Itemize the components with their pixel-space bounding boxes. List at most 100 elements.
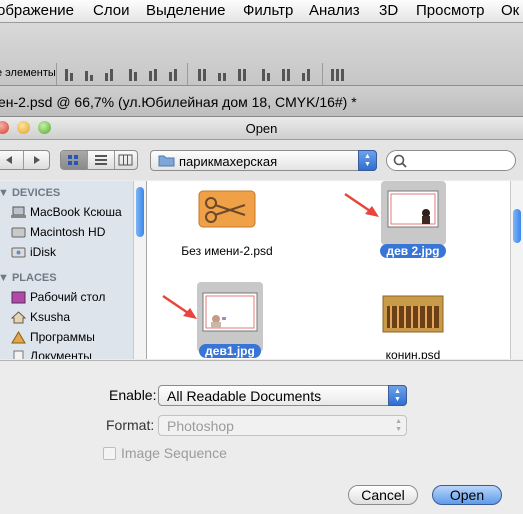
format-label: Format: (106, 417, 155, 433)
popup-arrows-icon: ▲ ▼ (358, 150, 377, 171)
image-sequence-label: Image Sequence (121, 445, 227, 461)
distribute-bottom-icon[interactable] (235, 65, 249, 81)
folder-icon (158, 155, 175, 167)
sidebar-item-label: MacBook Ксюша (30, 205, 122, 219)
file-name: конин.psd (385, 348, 441, 359)
enable-label: Enable: (109, 387, 157, 403)
search-icon (393, 154, 407, 168)
column-view-button[interactable] (114, 151, 138, 169)
back-forward-buttons (0, 150, 50, 170)
align-hcenter-icon[interactable] (146, 65, 160, 81)
file-scroll-thumb[interactable] (513, 209, 521, 243)
file-name: Без имени-2.psd (181, 244, 273, 258)
align-left-icon[interactable] (126, 65, 140, 81)
menu-layers[interactable]: Слои (93, 2, 129, 19)
list-view-button[interactable] (87, 151, 115, 169)
menu-3d[interactable]: 3D (379, 2, 398, 19)
hard-drive-icon (11, 227, 26, 238)
align-bottom-icon[interactable] (102, 65, 116, 81)
sidebar-item-applications[interactable]: Программы (9, 329, 134, 347)
file-name: дев1.jpg (199, 344, 261, 358)
sidebar-item-desktop[interactable]: Рабочий стол (9, 289, 134, 307)
distribute-hcenter-icon[interactable] (279, 65, 293, 81)
menu-window[interactable]: Ок (501, 2, 519, 19)
align-top-icon[interactable] (62, 65, 76, 81)
sidebar-item-label: Macintosh HD (30, 225, 106, 239)
column-view-icon (118, 154, 133, 166)
sidebar-scroll-thumb[interactable] (136, 187, 144, 237)
options-bar: е элементы (0, 23, 523, 86)
enable-popup[interactable]: All Readable Documents ▲ ▼ (158, 385, 407, 406)
dialog-toolbar: парикмахерская ▲ ▼ (0, 140, 523, 180)
sidebar-item-macintosh-hd[interactable]: Macintosh HD (9, 224, 134, 242)
red-arrow-icon (344, 192, 379, 217)
image-sequence-checkbox[interactable] (103, 447, 116, 460)
distribute-vcenter-icon[interactable] (215, 65, 229, 81)
document-tab[interactable]: ен-2.psd @ 66,7% (ул.Юбилейная дом 18, C… (0, 86, 523, 117)
align-right-icon[interactable] (166, 65, 180, 81)
sidebar: ▼ DEVICES MacBook Ксюша Macintosh HD iDi… (0, 181, 147, 359)
format-value: Photoshop (167, 418, 234, 434)
sidebar-item-macbook[interactable]: MacBook Ксюша (9, 204, 134, 222)
auto-align-icon[interactable] (328, 65, 346, 81)
menu-select[interactable]: Выделение (146, 2, 225, 19)
distribute-top-icon[interactable] (195, 65, 209, 81)
file-scrollbar[interactable] (510, 181, 523, 359)
separator (322, 63, 323, 85)
menu-image[interactable]: ображение (0, 2, 74, 19)
sidebar-scrollbar[interactable] (133, 181, 146, 359)
distribute-right-icon[interactable] (299, 65, 313, 81)
location-popup[interactable]: парикмахерская ▲ ▼ (150, 150, 377, 171)
forward-arrow-icon (34, 156, 40, 164)
sidebar-item-label: Программы (30, 330, 95, 344)
open-button[interactable]: Open (432, 485, 502, 505)
menu-filter[interactable]: Фильтр (243, 2, 293, 19)
menu-analysis[interactable]: Анализ (309, 2, 360, 19)
applications-icon (11, 331, 26, 344)
open-dialog: Open парикмахерская ▲ ▼ DEVICES MacBook … (0, 117, 523, 514)
desktop-icon (11, 291, 26, 304)
laptop-icon (11, 206, 26, 218)
sidebar-item-documents[interactable]: Документы (9, 348, 134, 359)
icon-view-icon (68, 155, 78, 165)
search-field[interactable] (386, 150, 516, 171)
icon-view-button[interactable] (61, 151, 87, 169)
documents-icon (13, 350, 24, 359)
sidebar-item-label: Ksusha (30, 310, 71, 324)
enable-value: All Readable Documents (167, 388, 322, 404)
jpg-thumbnail-girl (202, 292, 258, 332)
idisk-icon (11, 247, 26, 258)
menu-view[interactable]: Просмотр (416, 2, 485, 19)
dialog-title: Open (245, 121, 278, 136)
show-transform-label: е элементы (0, 67, 56, 79)
sidebar-item-label: Документы (30, 349, 92, 359)
format-popup[interactable]: Photoshop ▲ ▼ (158, 415, 407, 436)
back-button[interactable] (0, 151, 24, 169)
align-vcenter-icon[interactable] (82, 65, 96, 81)
jpg-thumbnail-girl (387, 190, 439, 228)
places-heading: ▼ PLACES (0, 272, 57, 284)
separator (187, 63, 188, 85)
psd-thumbnail-combs (382, 295, 444, 333)
sidebar-item-label: iDisk (30, 245, 56, 259)
location-label: парикмахерская (179, 154, 278, 169)
dialog-titlebar[interactable]: Open (0, 117, 523, 140)
popup-arrows-icon: ▲ ▼ (395, 418, 402, 433)
sidebar-item-home[interactable]: Ksusha (9, 309, 134, 327)
list-view-icon (95, 155, 107, 165)
file-name: дев 2.jpg (380, 244, 446, 258)
sidebar-item-label: Рабочий стол (30, 290, 106, 304)
document-title: ен-2.psd @ 66,7% (ул.Юбилейная дом 18, C… (0, 94, 357, 110)
cancel-button[interactable]: Cancel (348, 485, 418, 505)
menu-bar: ображение Слои Выделение Фильтр Анализ 3… (0, 0, 523, 23)
dialog-options: Enable: All Readable Documents ▲ ▼ Format… (0, 360, 523, 514)
sidebar-item-idisk[interactable]: iDisk (9, 244, 134, 262)
distribute-left-icon[interactable] (259, 65, 273, 81)
devices-heading: ▼ DEVICES (0, 187, 61, 199)
psd-thumbnail-scissors (198, 190, 256, 228)
file-item[interactable]: конин.psd (363, 292, 463, 359)
home-icon (11, 311, 26, 324)
file-item[interactable]: Без имени-2.psd (172, 187, 282, 258)
forward-button[interactable] (24, 151, 50, 169)
view-mode-buttons (60, 150, 138, 170)
